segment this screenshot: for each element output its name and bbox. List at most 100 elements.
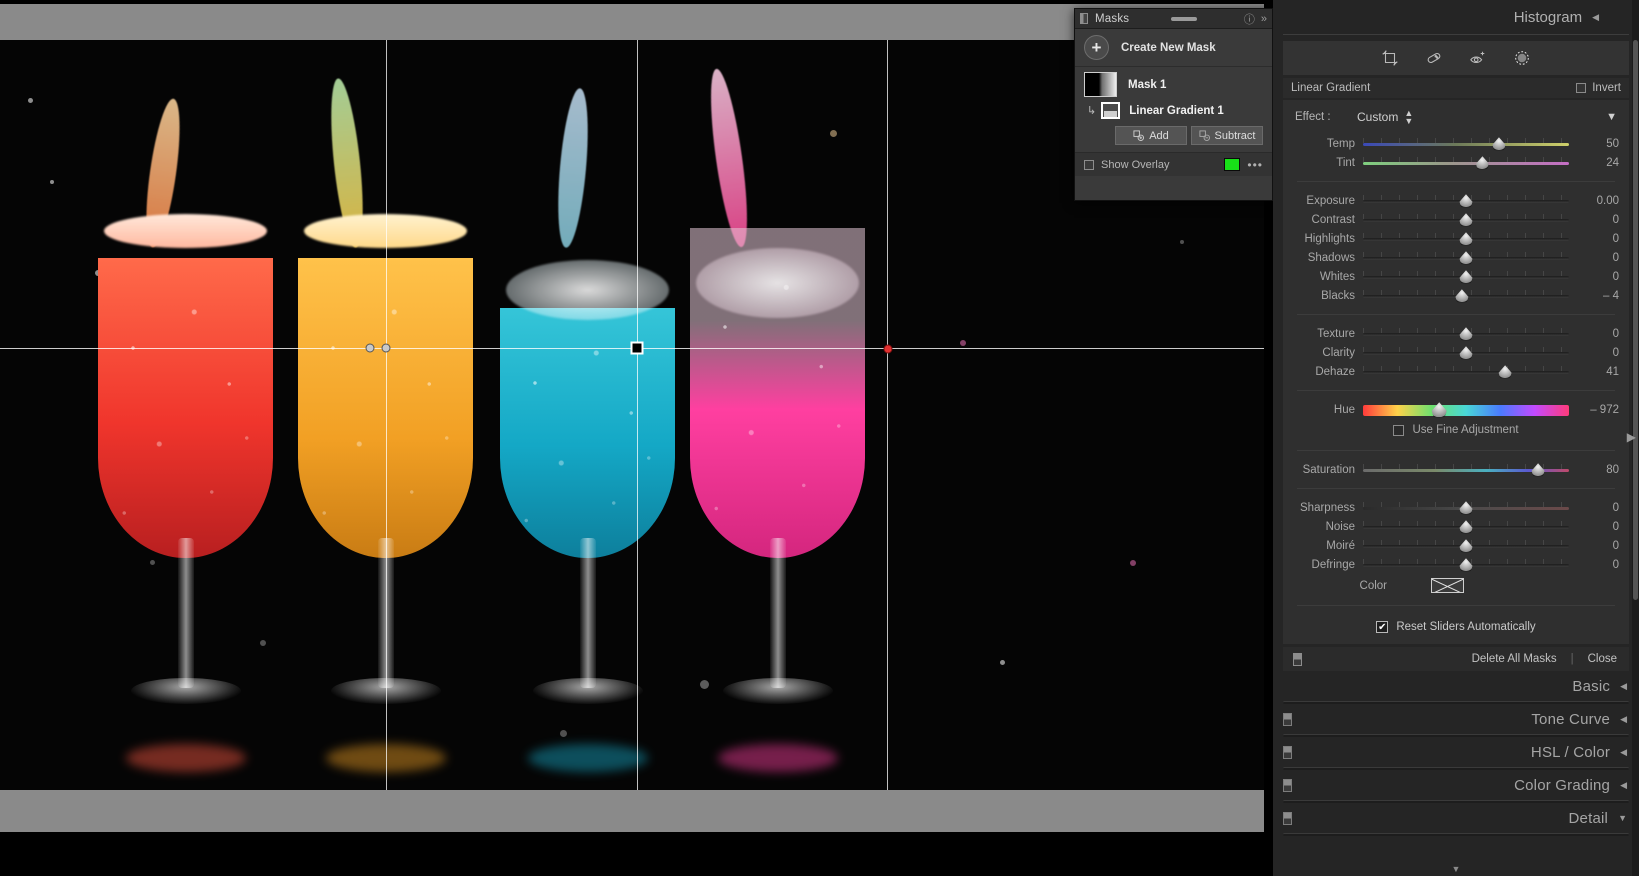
slider-track-wrap[interactable] (1363, 555, 1569, 574)
panel-switch-icon[interactable] (1283, 745, 1292, 759)
slider-value[interactable]: 0 (1575, 271, 1619, 283)
panel-switch-icon[interactable] (1283, 778, 1292, 792)
spot-removal-tool-icon[interactable] (1425, 49, 1443, 67)
slider-track-wrap[interactable] (1363, 498, 1569, 517)
slider-value[interactable]: 50 (1575, 138, 1619, 150)
masking-tool-icon[interactable] (1513, 49, 1531, 67)
slider-row[interactable]: Sharpness 0 (1283, 498, 1629, 517)
slider-row[interactable]: Highlights 0 (1283, 229, 1629, 248)
slider-track[interactable] (1363, 405, 1569, 417)
slider-row[interactable]: Blacks – 4 (1283, 286, 1629, 305)
panel-collapse-icon[interactable]: ▼ (1618, 813, 1627, 823)
slider-value[interactable]: – 972 (1575, 404, 1619, 416)
slider-row[interactable]: Defringe 0 (1283, 555, 1629, 574)
collapse-icon[interactable]: » (1261, 13, 1267, 25)
slider-value[interactable]: 0.00 (1575, 195, 1619, 207)
panel-collapse-icon[interactable]: ◀ (1620, 780, 1627, 791)
effect-value[interactable]: Custom (1357, 110, 1398, 124)
panel-switch-icon[interactable] (1283, 811, 1292, 825)
scroll-down-icon[interactable]: ▼ (1452, 864, 1461, 874)
collapsed-panel-detail[interactable]: Detail ▼ (1273, 803, 1639, 833)
slider-value[interactable]: 0 (1575, 328, 1619, 340)
panel-switch-icon[interactable] (1283, 712, 1292, 726)
info-icon[interactable]: ⓘ (1244, 11, 1255, 27)
histogram-panel-header[interactable]: Histogram ◀ (1273, 0, 1639, 34)
slider-track-wrap[interactable] (1363, 248, 1569, 267)
slider-track-wrap[interactable] (1363, 153, 1569, 172)
slider-track-wrap[interactable] (1363, 536, 1569, 555)
slider-value[interactable]: – 4 (1575, 290, 1619, 302)
create-new-mask-button[interactable]: + Create New Mask (1075, 29, 1272, 67)
collapsed-panel-hsl-color[interactable]: HSL / Color ◀ (1273, 737, 1639, 767)
mask-footer-switch-icon[interactable] (1293, 652, 1302, 666)
gradient-handle-outer-left[interactable] (365, 343, 375, 353)
effect-stepper-icon[interactable]: ▲ ▼ (1404, 108, 1413, 125)
subtract-mask-button[interactable]: Subtract (1191, 126, 1263, 145)
overlay-color-swatch[interactable] (1224, 158, 1241, 171)
slider-row[interactable]: Contrast 0 (1283, 210, 1629, 229)
slider-row[interactable]: Tint 24 (1283, 153, 1629, 172)
linear-gradient-header[interactable]: Linear Gradient Invert (1283, 78, 1629, 98)
slider-track-wrap[interactable] (1363, 517, 1569, 536)
slider-track-wrap[interactable] (1363, 229, 1569, 248)
panel-collapse-icon[interactable]: ◀ (1620, 747, 1627, 758)
reset-sliders-row[interactable]: ✔ Reset Sliders Automatically (1283, 614, 1629, 635)
gradient-guide-right[interactable] (887, 40, 888, 790)
use-fine-adjustment-row[interactable]: Use Fine Adjustment (1283, 420, 1629, 442)
slider-track-wrap[interactable] (1363, 460, 1569, 479)
invert-control[interactable]: Invert (1576, 82, 1621, 94)
masks-panel-switch-icon[interactable] (1080, 13, 1088, 24)
slider-value[interactable]: 41 (1575, 366, 1619, 378)
gradient-guide-left[interactable] (386, 40, 387, 790)
slider-row[interactable]: Whites 0 (1283, 267, 1629, 286)
collapsed-panel-color-grading[interactable]: Color Grading ◀ (1273, 770, 1639, 800)
scrollbar-thumb[interactable] (1633, 40, 1638, 600)
crop-tool-icon[interactable] (1381, 49, 1399, 67)
slider-row[interactable]: Dehaze 41 (1283, 362, 1629, 381)
slider-row[interactable]: Saturation 80 (1283, 460, 1629, 479)
slider-value[interactable]: 0 (1575, 214, 1619, 226)
slider-value[interactable]: 0 (1575, 347, 1619, 359)
slider-value[interactable]: 24 (1575, 157, 1619, 169)
slider-value[interactable]: 0 (1575, 540, 1619, 552)
slider-track-wrap[interactable] (1363, 343, 1569, 362)
delete-all-masks-button[interactable]: Delete All Masks (1472, 653, 1557, 665)
slider-row[interactable]: Clarity 0 (1283, 343, 1629, 362)
slider-track-wrap[interactable] (1363, 400, 1569, 419)
mask-sub-item[interactable]: ↳ Linear Gradient 1 (1075, 100, 1272, 121)
slider-value[interactable]: 0 (1575, 502, 1619, 514)
close-button[interactable]: Close (1588, 653, 1617, 665)
slider-track-wrap[interactable] (1363, 362, 1569, 381)
slider-track-wrap[interactable] (1363, 286, 1569, 305)
gradient-center-handle[interactable] (630, 341, 644, 355)
slider-row[interactable]: Exposure 0.00 (1283, 191, 1629, 210)
mask-list-item[interactable]: Mask 1 (1075, 67, 1272, 100)
panel-collapse-icon[interactable]: ◀ (1620, 681, 1627, 692)
slider-track-wrap[interactable] (1363, 191, 1569, 210)
slider-track-wrap[interactable] (1363, 134, 1569, 153)
masks-panel-drag-handle[interactable] (1129, 16, 1238, 21)
panel-collapse-icon[interactable]: ◀ (1620, 714, 1627, 725)
gradient-handle-left[interactable] (381, 343, 391, 353)
collapsed-panel-tone-curve[interactable]: Tone Curve ◀ (1273, 704, 1639, 734)
slider-track[interactable] (1363, 371, 1569, 375)
collapsed-panel-basic[interactable]: Basic ◀ (1273, 671, 1639, 701)
reset-sliders-checkbox[interactable]: ✔ (1376, 621, 1389, 634)
slider-row[interactable]: Noise 0 (1283, 517, 1629, 536)
slider-row[interactable]: Moiré 0 (1283, 536, 1629, 555)
slider-track[interactable] (1363, 143, 1569, 147)
invert-checkbox[interactable] (1576, 83, 1587, 93)
slider-track-wrap[interactable] (1363, 210, 1569, 229)
slider-value[interactable]: 80 (1575, 464, 1619, 476)
slider-value[interactable]: 0 (1575, 233, 1619, 245)
slider-track[interactable] (1363, 162, 1569, 166)
slider-value[interactable]: 0 (1575, 252, 1619, 264)
gradient-handle-right[interactable] (883, 344, 893, 354)
gradient-guide-center[interactable] (637, 40, 638, 790)
slider-row[interactable]: Shadows 0 (1283, 248, 1629, 267)
use-fine-adjustment-checkbox[interactable] (1393, 424, 1405, 436)
masks-panel-titlebar[interactable]: Masks ⓘ » (1075, 9, 1272, 29)
panel-expand-arrow-icon[interactable]: ▶ (1627, 430, 1636, 444)
histogram-collapse-icon[interactable]: ◀ (1592, 12, 1599, 23)
slider-value[interactable]: 0 (1575, 559, 1619, 571)
